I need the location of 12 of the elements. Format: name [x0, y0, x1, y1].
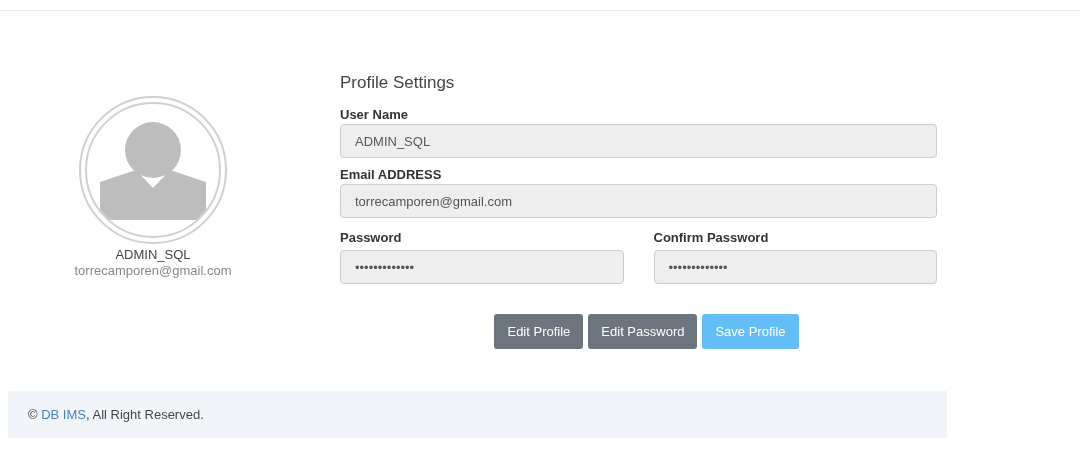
site-link[interactable]: DB IMS: [41, 407, 86, 422]
profile-name: ADMIN_SQL: [115, 247, 191, 262]
form-button[interactable]: Edit Profile: [494, 314, 584, 349]
profile-email: torrecamporen@gmail.com: [74, 263, 232, 278]
form-title: Profile Settings: [340, 73, 456, 93]
field-label: Confirm Password: [653, 230, 770, 247]
field-label: User Name: [340, 107, 409, 124]
form-button[interactable]: Edit Password: [588, 314, 698, 349]
field-label: Email ADDRESS: [340, 167, 443, 184]
user-silhouette-icon: [100, 120, 206, 220]
copyright-text: © DB IMS, All Right Reserved.: [28, 407, 204, 422]
field-label: Password: [340, 230, 403, 247]
